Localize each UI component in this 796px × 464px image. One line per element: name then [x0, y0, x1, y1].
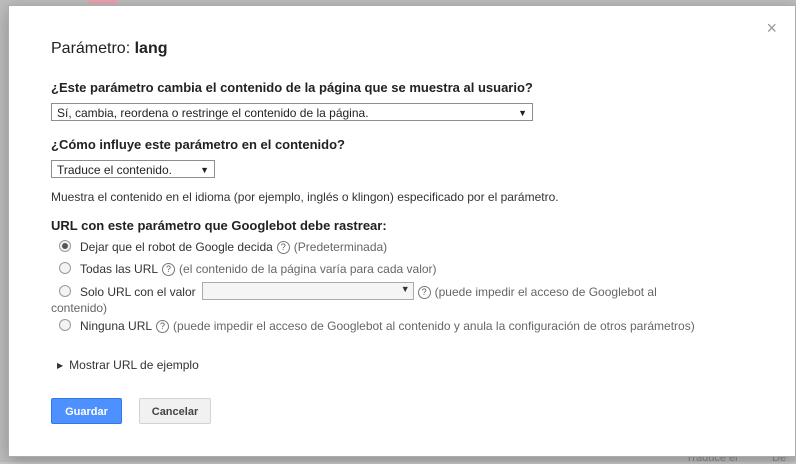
dropdown-arrow-icon: ▼ [400, 284, 410, 294]
save-button[interactable]: Guardar [51, 398, 122, 424]
option-note: (Predeterminada) [293, 240, 388, 254]
option-label: Ninguna URL [80, 319, 153, 333]
content-change-select[interactable]: Sí, cambia, reordena o restringe el cont… [51, 103, 533, 121]
crawl-option-googlebot-decides[interactable]: Dejar que el robot de Google decida? (Pre… [59, 240, 387, 254]
close-icon[interactable]: × [766, 18, 777, 38]
content-effect-select[interactable]: Traduce el contenido. ▼ [51, 160, 215, 178]
radio-button[interactable] [59, 319, 71, 331]
cancel-button[interactable]: Cancelar [139, 398, 211, 424]
dialog-title: Parámetro: lang [51, 40, 167, 58]
option-note: (puede impedir el acceso de Googlebot al… [173, 319, 695, 333]
option-label: Todas las URL [80, 262, 159, 276]
help-icon[interactable]: ? [156, 320, 170, 333]
value-select[interactable]: ▼ [201, 282, 414, 300]
option-label: Dejar que el robot de Google decida [80, 240, 273, 254]
crawl-option-all-urls[interactable]: Todas las URL? (el contenido de la página… [59, 262, 437, 276]
radio-button[interactable] [59, 285, 71, 297]
help-icon[interactable]: ? [276, 241, 290, 254]
question-content-change: ¿Este parámetro cambia el contenido de l… [51, 80, 533, 95]
crawl-option-specific-value[interactable]: Solo URL con el valor ▼? (puede impedir el… [59, 282, 657, 300]
background-highlight [88, 0, 118, 4]
option-note: (puede impedir el acceso de Googlebot al [434, 285, 657, 299]
option-label: Solo URL con el valor [80, 285, 196, 299]
crawl-question: URL con este parámetro que Googlebot deb… [51, 218, 387, 233]
radio-button[interactable] [59, 240, 71, 252]
help-icon[interactable]: ? [417, 286, 431, 299]
help-icon[interactable]: ? [162, 263, 176, 276]
expand-triangle-icon: ▶ [57, 361, 64, 370]
question-content-effect: ¿Cómo influye este parámetro en el conte… [51, 137, 345, 152]
dropdown-arrow-icon: ▼ [518, 108, 527, 118]
title-param-name: lang [134, 40, 168, 57]
content-effect-description: Muestra el contenido en el idioma (por e… [51, 190, 559, 204]
dropdown-arrow-icon: ▼ [200, 165, 209, 175]
option-note-continued: contenido) [51, 301, 108, 315]
radio-button[interactable] [59, 262, 71, 274]
parameter-dialog: × Parámetro: lang ¿Este parámetro cambia… [8, 5, 796, 457]
crawl-option-no-urls[interactable]: Ninguna URL? (puede impedir el acceso de … [59, 319, 695, 333]
toggle-label: Mostrar URL de ejemplo [69, 358, 199, 372]
option-note: (el contenido de la página varía para ca… [179, 262, 437, 276]
content-change-selected: Sí, cambia, reordena o restringe el cont… [57, 106, 369, 120]
content-effect-selected: Traduce el contenido. [57, 163, 172, 177]
title-prefix: Parámetro: [51, 40, 131, 57]
show-example-urls-toggle[interactable]: ▶ Mostrar URL de ejemplo [57, 358, 199, 372]
